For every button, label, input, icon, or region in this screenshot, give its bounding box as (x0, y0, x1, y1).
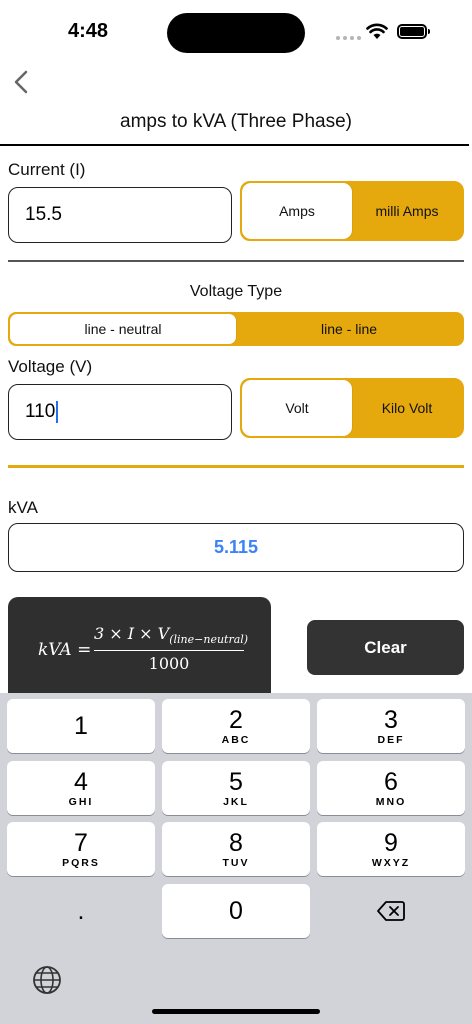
formula-numerator-text: 3 × I × V (94, 624, 170, 643)
dynamic-island (167, 13, 305, 53)
current-label: Current (I) (8, 160, 86, 179)
text-cursor (56, 401, 59, 423)
key-letters: TUV (222, 856, 250, 869)
voltage-input[interactable]: 110 (8, 384, 232, 440)
key-digit: 0 (229, 897, 243, 925)
unit-option-volt[interactable]: Volt (242, 380, 352, 436)
clear-button[interactable]: Clear (307, 620, 464, 675)
key-digit: 8 (229, 828, 243, 857)
key-decimal-point[interactable]: . (7, 884, 155, 938)
key-letters: PQRS (62, 856, 100, 869)
key-digit: 6 (384, 767, 398, 796)
key-6[interactable]: 6 MNO (317, 761, 465, 815)
formula-card: kVA = 3 × I × V(line−neutral) 1000 (8, 597, 271, 693)
backspace-icon (377, 901, 405, 921)
result-divider (8, 465, 464, 468)
battery-icon (397, 24, 430, 39)
key-digit: 9 (384, 828, 398, 857)
key-9[interactable]: 9 WXYZ (317, 822, 465, 876)
key-4[interactable]: 4 GHI (7, 761, 155, 815)
header-divider (0, 144, 469, 146)
current-input[interactable]: 15.5 (8, 187, 232, 243)
voltage-type-selector: line - neutral line - line (8, 312, 464, 346)
voltage-unit-selector: Volt Kilo Volt (240, 378, 464, 438)
formula-denominator: 1000 (148, 654, 190, 674)
key-digit: 5 (229, 767, 243, 796)
current-input-value: 15.5 (25, 204, 62, 225)
delete-key[interactable] (317, 884, 465, 938)
current-unit-selector: Amps milli Amps (240, 181, 464, 241)
key-8[interactable]: 8 TUV (162, 822, 310, 876)
unit-option-kilo-volt[interactable]: Kilo Volt (352, 380, 462, 436)
key-0[interactable]: 0 (162, 884, 310, 938)
globe-icon[interactable] (32, 965, 62, 995)
key-2[interactable]: 2 ABC (162, 699, 310, 753)
key-digit: 7 (74, 828, 88, 857)
home-indicator (152, 1009, 320, 1014)
key-digit: 4 (74, 767, 88, 796)
voltage-type-line-line[interactable]: line - line (236, 314, 462, 344)
formula-subscript: (line−neutral) (169, 633, 249, 647)
key-letters: DEF (377, 733, 405, 746)
voltage-input-value: 110 (25, 401, 56, 422)
key-digit: 2 (229, 705, 243, 734)
formula-fraction: 3 × I × V(line−neutral) 1000 (94, 624, 248, 674)
back-chevron-icon[interactable] (10, 68, 34, 96)
numeric-keyboard: 1 2 ABC 3 DEF 4 GHI 5 JKL 6 MNO 7 PQRS 8 TUV 9W… (0, 693, 472, 1024)
wifi-icon (366, 23, 388, 39)
cellular-signal-icon (336, 36, 361, 40)
voltage-type-line-neutral[interactable]: line - neutral (10, 314, 236, 344)
section-divider (8, 260, 464, 262)
formula-numerator: 3 × I × V(line−neutral) (94, 624, 248, 646)
unit-option-milli-amps[interactable]: milli Amps (352, 183, 462, 239)
fraction-bar (94, 650, 244, 652)
unit-option-amps[interactable]: Amps (242, 183, 352, 239)
key-5[interactable]: 5 JKL (162, 761, 310, 815)
page-title: amps to kVA (Three Phase) (120, 111, 352, 132)
key-letters: ABC (221, 733, 251, 746)
key-letters: MNO (375, 795, 407, 808)
key-digit: . (77, 897, 85, 925)
key-letters: WXYZ (371, 856, 411, 869)
key-digit: 1 (74, 712, 88, 740)
voltage-type-title: Voltage Type (189, 283, 283, 300)
key-7[interactable]: 7 PQRS (7, 822, 155, 876)
kva-label: kVA (8, 498, 38, 517)
status-time: 4:48 (68, 20, 109, 42)
key-letters: JKL (223, 795, 249, 808)
key-3[interactable]: 3 DEF (317, 699, 465, 753)
formula-lhs: kVA = (38, 640, 92, 660)
kva-result: 5.115 (8, 523, 464, 572)
voltage-label: Voltage (V) (8, 357, 93, 376)
key-letters: GHI (68, 795, 94, 808)
key-1[interactable]: 1 (7, 699, 155, 753)
key-digit: 3 (384, 705, 398, 734)
